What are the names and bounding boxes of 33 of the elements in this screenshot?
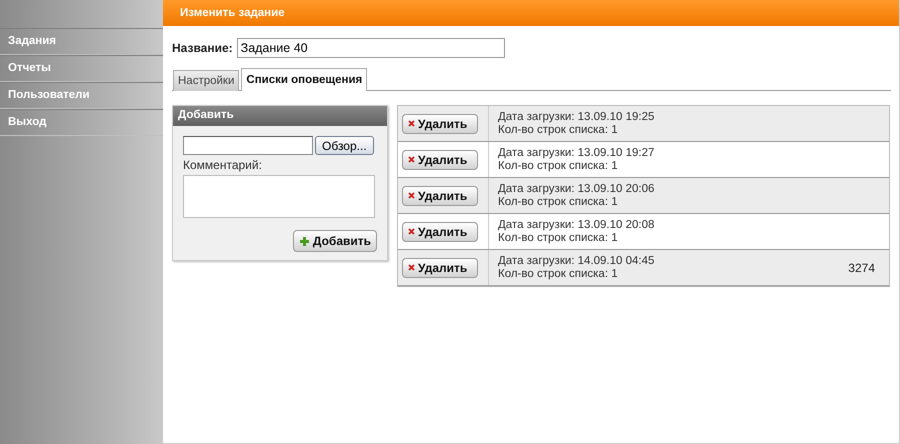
upload-date: Дата загрузки: 13.09.10 19:27: [498, 146, 656, 160]
list-number: 3274: [848, 260, 875, 274]
upload-date: Дата загрузки: 13.09.10 20:06: [498, 182, 656, 196]
name-field[interactable]: Задание 40: [236, 38, 505, 58]
close-icon: [408, 192, 415, 199]
file-field[interactable]: [183, 136, 313, 155]
row-count: Кол-во строк списка: 1: [498, 124, 619, 136]
row-count: Кол-во строк списка: 1: [498, 232, 619, 244]
tab[interactable]: Списки оповещения: [241, 68, 368, 91]
delete-button[interactable]: Удалить: [402, 186, 478, 206]
comment-field[interactable]: [183, 175, 375, 218]
add-button[interactable]: Добавить: [292, 230, 377, 252]
panel-title: Добавить: [173, 106, 387, 126]
browse-button[interactable]: Обзор...: [315, 136, 374, 155]
plus-icon: [298, 236, 310, 246]
row-count: Кол-во строк списка: 1: [498, 196, 619, 208]
row-count: Кол-во строк списка: 1: [498, 160, 619, 172]
name-label: Название:: [172, 41, 233, 55]
row-count: Кол-во строк списка: 1: [498, 268, 619, 280]
close-icon: [408, 156, 415, 163]
page-header: Изменить задание: [163, 0, 899, 26]
close-icon: [408, 120, 415, 127]
upload-date: Дата загрузки: 14.09.10 04:45: [498, 254, 656, 268]
close-icon: [408, 264, 415, 271]
upload-date: Дата загрузки: 13.09.10 20:08: [498, 218, 656, 232]
close-icon: [408, 228, 415, 235]
delete-button[interactable]: Удалить: [402, 150, 478, 170]
delete-button[interactable]: Удалить: [402, 258, 478, 278]
comment-label: Комментарий:: [183, 158, 263, 172]
upload-date: Дата загрузки: 13.09.10 19:25: [498, 110, 656, 124]
tab[interactable]: Настройки: [173, 70, 240, 91]
delete-button[interactable]: Удалить: [402, 222, 478, 242]
delete-button[interactable]: Удалить: [402, 114, 478, 134]
